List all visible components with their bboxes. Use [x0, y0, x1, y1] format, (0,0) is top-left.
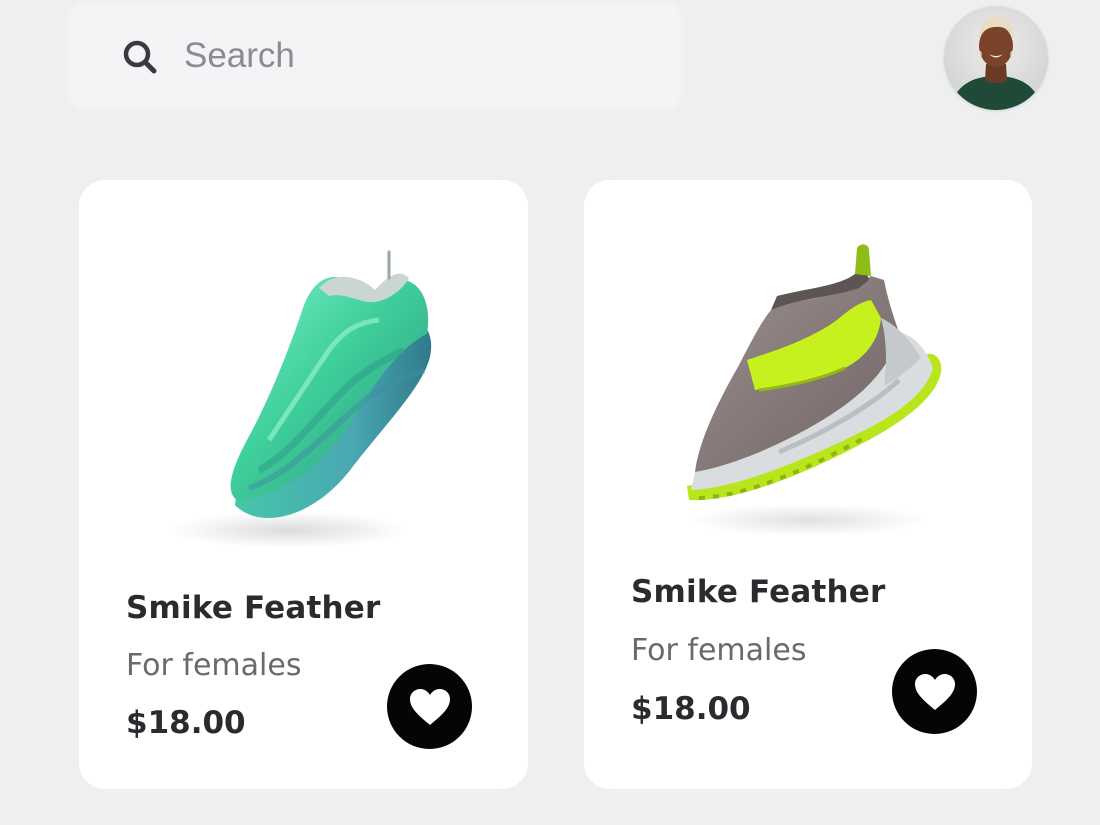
- avatar[interactable]: [944, 6, 1048, 110]
- product-price: $18.00: [631, 691, 751, 727]
- product-name: Smike Feather: [126, 590, 381, 626]
- search-input[interactable]: [184, 28, 644, 84]
- product-card[interactable]: Smike Feather For females $18.00: [584, 180, 1032, 789]
- heart-icon: [409, 688, 450, 725]
- sneaker-image: [687, 244, 942, 536]
- product-subtitle: For females: [631, 633, 807, 668]
- favorite-button[interactable]: [892, 649, 977, 734]
- product-name: Smike Feather: [631, 574, 886, 610]
- product-card[interactable]: Smike Feather For females $18.00: [79, 180, 528, 789]
- favorite-button[interactable]: [387, 664, 472, 749]
- product-subtitle: For females: [126, 648, 302, 683]
- heart-icon: [914, 673, 955, 710]
- search-bar[interactable]: [70, 4, 680, 108]
- sneaker-image: [169, 250, 432, 548]
- product-price: $18.00: [126, 705, 246, 741]
